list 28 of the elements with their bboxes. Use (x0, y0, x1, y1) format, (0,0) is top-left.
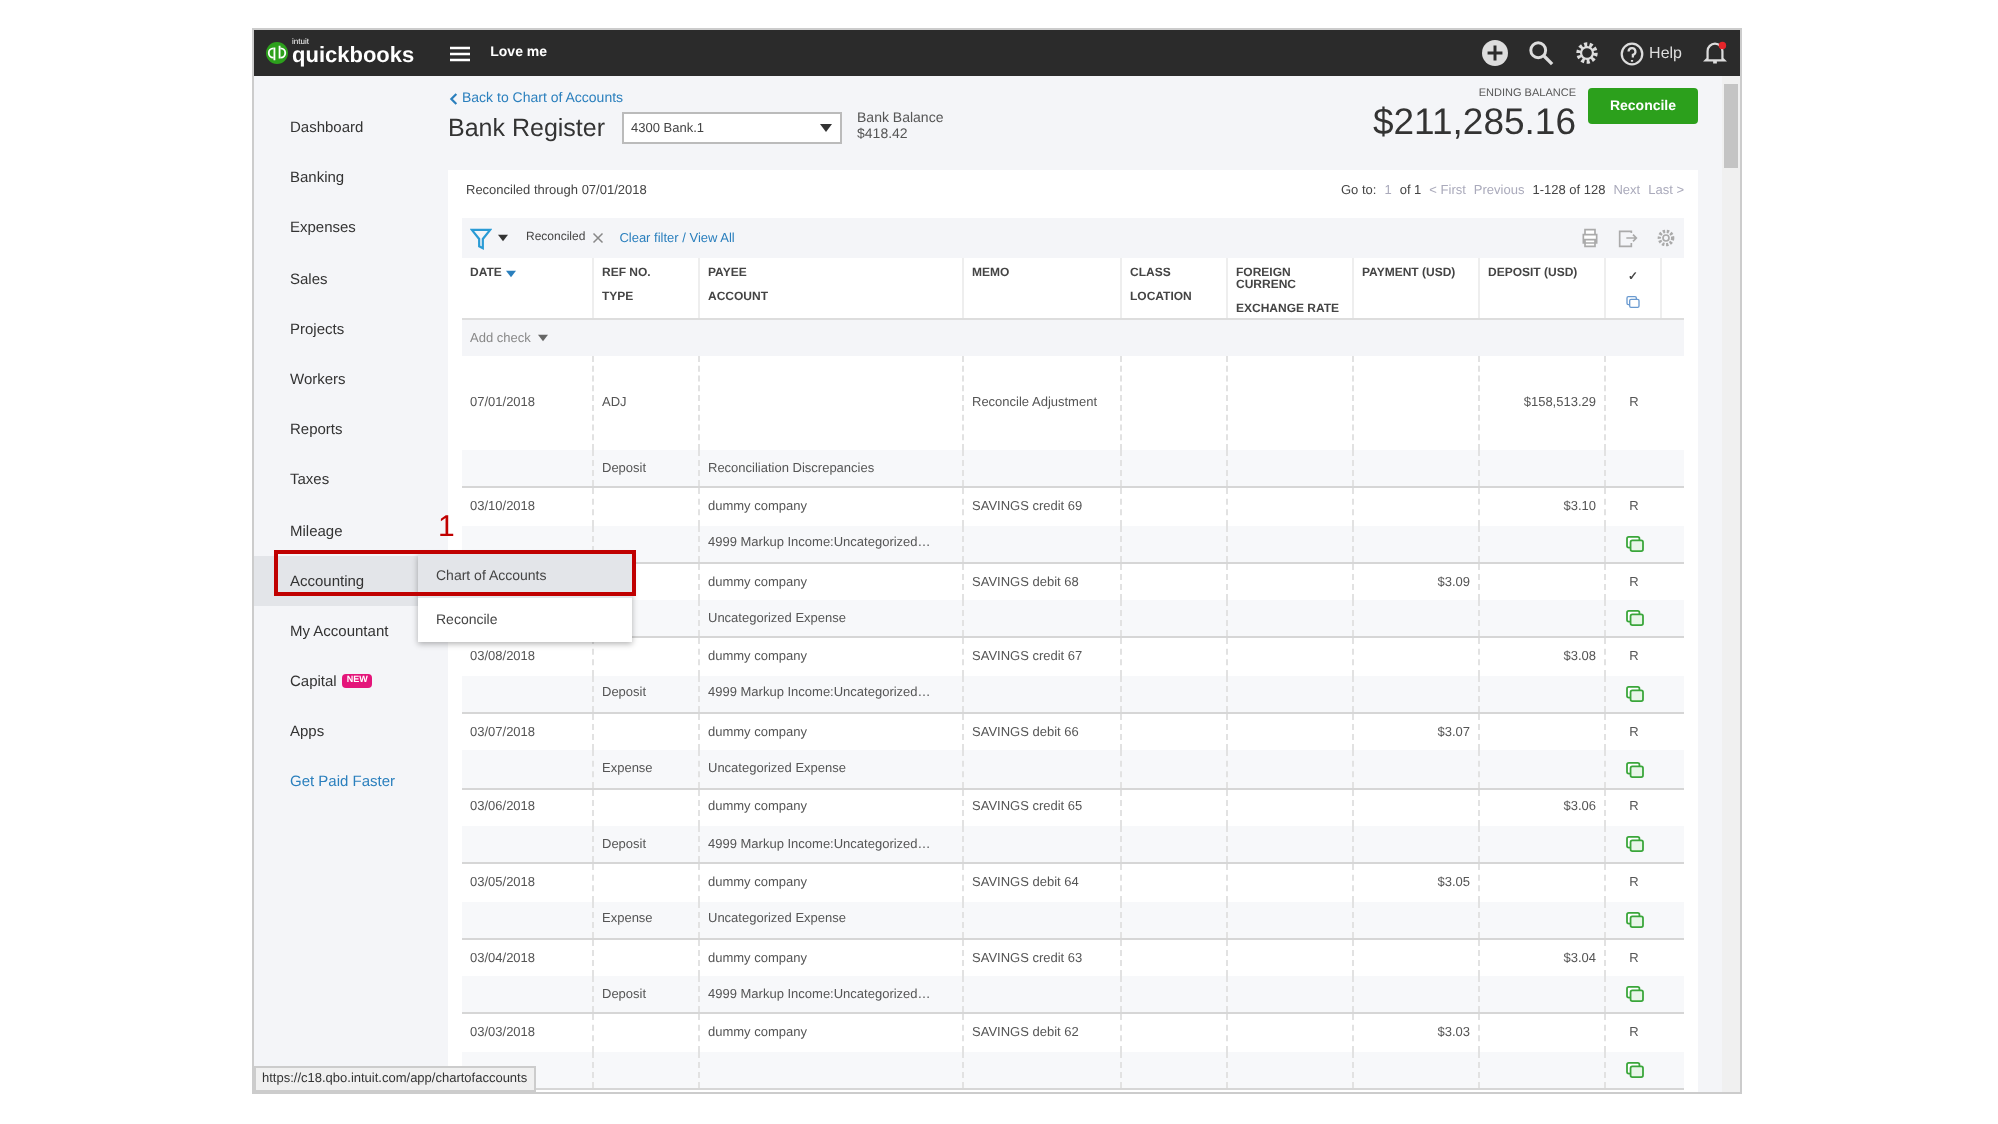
attachment-icon[interactable] (1625, 535, 1643, 552)
help-button[interactable]: Help (1619, 41, 1682, 65)
print-icon[interactable] (1580, 228, 1600, 248)
logo-text: quickbooks (292, 46, 415, 68)
attachment-icon[interactable] (1625, 610, 1643, 627)
menu-icon[interactable] (450, 45, 471, 61)
attachment-icon[interactable] (1625, 761, 1643, 778)
attachment-icon[interactable] (1625, 986, 1643, 1003)
attachment-icon[interactable] (1625, 1061, 1643, 1078)
attachment-icon[interactable] (1625, 836, 1643, 853)
logo-icon (266, 42, 288, 64)
bell-icon[interactable] (1702, 40, 1728, 66)
close-icon[interactable] (591, 232, 604, 244)
search-icon[interactable] (1527, 40, 1554, 66)
chevron-left-icon[interactable] (448, 92, 458, 106)
export-icon[interactable] (1618, 228, 1638, 248)
plus-icon[interactable] (1481, 40, 1508, 66)
help-icon (1619, 41, 1644, 65)
scrollbar-thumb[interactable] (1724, 84, 1738, 168)
attachment-icon[interactable] (1625, 685, 1643, 702)
sort-caret-icon[interactable] (505, 270, 516, 278)
copy-icon[interactable] (1624, 296, 1642, 308)
caret-icon[interactable] (819, 124, 832, 133)
annotation-number: 1 (438, 510, 455, 544)
attachment-icon[interactable] (1625, 911, 1643, 928)
page-title: Bank Register (448, 114, 606, 143)
ending-balance-value: $211,285.16 (1372, 100, 1576, 144)
caret-icon[interactable] (498, 234, 508, 242)
